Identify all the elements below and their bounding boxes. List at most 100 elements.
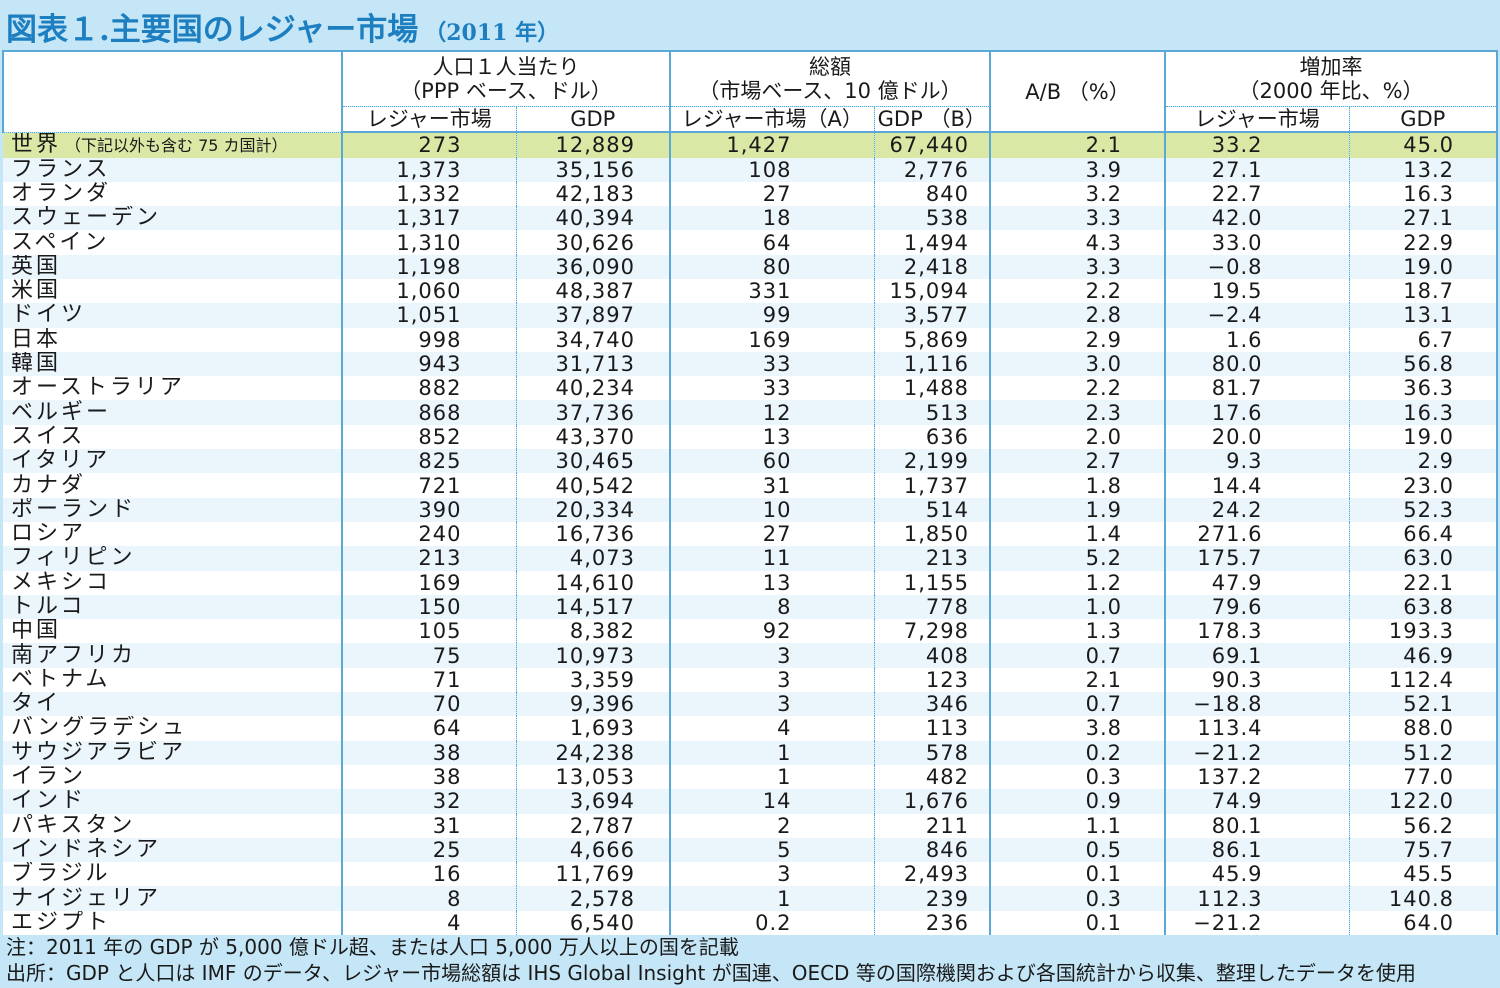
per-capita-gdp-cell: 37,736 [516, 400, 671, 425]
country-name: 米国 [11, 278, 62, 304]
ratio-cell: 1.0 [990, 594, 1167, 620]
growth-leisure-cell: 79.6 [1165, 594, 1350, 620]
total-leisure: 11 [762, 546, 792, 571]
growth-gdp-cell: 140.8 [1349, 886, 1499, 911]
country-name-cell: オーストラリア [3, 376, 343, 401]
per-capita-leisure-cell: 1,051 [342, 303, 517, 328]
growth-leisure: 175.7 [1197, 546, 1263, 571]
total-gdp-cell: 513 [874, 400, 992, 425]
growth-leisure: 80.1 [1211, 813, 1263, 838]
per-capita-leisure: 1,310 [396, 230, 462, 255]
per-capita-leisure-cell: 240 [342, 521, 517, 547]
ratio: 1.8 [1085, 473, 1123, 498]
per-capita-gdp: 4,073 [569, 546, 635, 571]
country-name: スペイン [11, 230, 110, 255]
ratio-cell: 2.0 [990, 424, 1167, 450]
total-gdp: 236 [925, 910, 970, 935]
total-gdp-cell: 211 [874, 813, 992, 838]
table-row: インド 32 3,694 14 1,676 0.9 74.9 122.0 [3, 789, 1499, 814]
table-row: ブラジル 16 11,769 3 2,493 0.1 45.9 45.5 [3, 862, 1499, 887]
total-leisure: 14 [762, 789, 792, 814]
per-capita-gdp: 1,693 [569, 716, 635, 741]
per-capita-leisure-cell: 1,310 [342, 230, 517, 255]
per-capita-gdp-cell: 12,889 [516, 132, 671, 158]
growth-leisure: −0.8 [1207, 254, 1263, 279]
per-capita-gdp: 35,156 [555, 157, 635, 182]
per-capita-gdp: 36,090 [555, 254, 635, 279]
country-name-cell: フィリピン [3, 546, 343, 571]
per-capita-leisure: 25 [432, 837, 462, 862]
growth-gdp-cell: 18.7 [1349, 278, 1499, 304]
country-name: タイ [11, 692, 62, 717]
growth-gdp-cell: 193.3 [1349, 619, 1499, 644]
country-name: パキスタン [11, 813, 136, 838]
per-capita-gdp: 3,694 [569, 789, 635, 814]
growth-gdp-cell: 75.7 [1349, 837, 1499, 863]
ratio-cell: 0.2 [990, 740, 1167, 765]
ratio: 0.2 [1085, 740, 1123, 765]
per-capita-gdp-cell: 48,387 [516, 278, 671, 304]
per-capita-leisure: 852 [418, 424, 462, 449]
growth-gdp: 19.0 [1403, 254, 1455, 279]
per-capita-leisure-cell: 38 [342, 740, 517, 765]
growth-gdp-header: GDP [1348, 106, 1499, 133]
country-name: ブラジル [11, 862, 111, 887]
per-capita-gdp-cell: 37,897 [516, 303, 671, 328]
total-leisure: 92 [762, 619, 792, 644]
country-name: フランス [11, 157, 111, 182]
table-row: イタリア 825 30,465 60 2,199 2.7 9.3 2.9 [3, 449, 1499, 474]
per-capita-gdp: 42,183 [555, 181, 635, 206]
country-name: フィリピン [11, 546, 136, 571]
growth-gdp: 22.9 [1403, 230, 1455, 255]
growth-leisure: 17.6 [1211, 400, 1263, 425]
growth-leisure: 19.5 [1211, 279, 1263, 304]
per-capita-leisure: 8 [447, 886, 462, 911]
total-gdp: 538 [925, 206, 970, 231]
table-row: 中国 105 8,382 92 7,298 1.3 178.3 193.3 [3, 619, 1499, 644]
growth-leisure-cell: 33.2 [1165, 132, 1350, 158]
growth-leisure: 22.7 [1211, 181, 1263, 206]
table-body: 世界 （下記以外も含む 75 カ国計） 273 12,889 1,427 67,440 2.… [3, 132, 1499, 935]
total-leisure-cell: 2 [670, 813, 875, 838]
country-name: スウェーデン [11, 206, 162, 231]
growth-leisure: 33.2 [1211, 133, 1263, 158]
total-gdp: 1,494 [903, 230, 970, 255]
per-capita-gdp: 30,626 [555, 230, 635, 255]
total-gdp: 239 [925, 886, 970, 911]
growth-gdp: 51.2 [1403, 740, 1455, 765]
total-leisure-cell: 108 [670, 157, 875, 182]
per-capita-leisure-cell: 1,373 [342, 157, 517, 182]
total-gdp: 67,440 [889, 133, 970, 158]
growth-leisure-cell: −2.4 [1165, 303, 1350, 328]
country-header [2, 50, 343, 133]
growth-leisure-cell: 112.3 [1165, 886, 1350, 911]
total-leisure-cell: 3 [670, 862, 875, 887]
total-gdp-cell: 408 [874, 643, 992, 668]
per-capita-gdp-cell: 13,053 [516, 764, 671, 790]
total-gdp: 513 [925, 400, 970, 425]
total-gdp-cell: 2,418 [874, 254, 992, 279]
per-capita-leisure-cell: 721 [342, 473, 517, 498]
country-name-cell: タイ [3, 692, 343, 717]
total-gdp-cell: 3,577 [874, 303, 992, 328]
total-leisure-cell: 1 [670, 764, 875, 790]
total-gdp-cell: 2,776 [874, 157, 992, 182]
country-name: インドネシア [11, 837, 162, 862]
table-row: ナイジェリア 8 2,578 1 239 0.3 112.3 140.8 [3, 886, 1499, 911]
per-capita-gdp-cell: 35,156 [516, 157, 671, 182]
growth-gdp: 46.9 [1403, 643, 1455, 668]
per-capita-leisure-cell: 38 [342, 764, 517, 790]
country-name: バングラデシュ [11, 716, 188, 741]
total-gdp-cell: 113 [874, 716, 992, 741]
growth-leisure-cell: 80.0 [1165, 351, 1350, 377]
total-leisure-cell: 5 [670, 837, 875, 863]
country-name: メキシコ [11, 570, 112, 595]
ratio-cell: 2.2 [990, 376, 1167, 401]
per-capita-gdp: 8,382 [569, 619, 635, 644]
growth-leisure: −2.4 [1207, 303, 1263, 328]
total-leisure-cell: 99 [670, 303, 875, 328]
leisure-market-table: 人口１人当たり （PPP ベース、ドル） 総額 （市場ベース、10 億ドル） A… [2, 50, 1499, 935]
total-gdp-cell: 123 [874, 667, 992, 693]
total-gdp: 778 [925, 594, 970, 619]
table-row: オーストラリア 882 40,234 33 1,488 2.2 81.7 36.3 [3, 376, 1499, 401]
